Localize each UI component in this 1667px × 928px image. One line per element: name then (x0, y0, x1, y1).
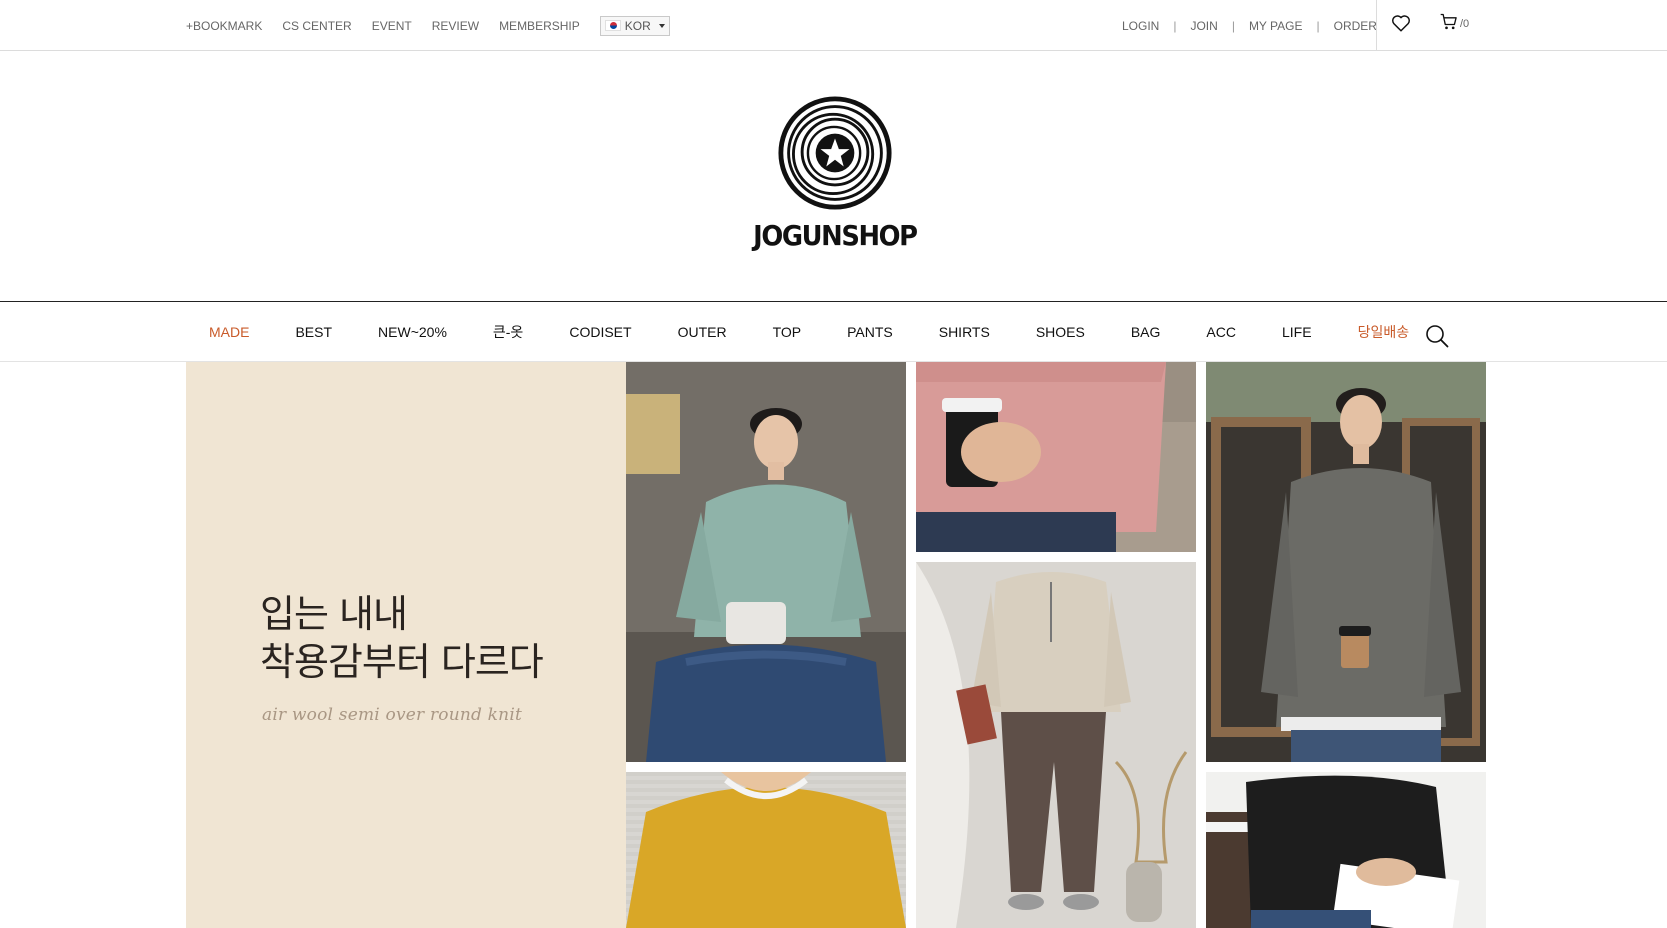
nav-item-bag[interactable]: BAG (1131, 324, 1161, 340)
cart-count: /0 (1460, 18, 1470, 30)
heart-icon (1392, 15, 1410, 32)
product-photo-mint-knit[interactable] (626, 362, 906, 762)
separator: | (1231, 18, 1235, 33)
cart-icon (1440, 13, 1457, 30)
photo-illustration (626, 772, 906, 928)
review-link[interactable]: REVIEW (432, 19, 479, 33)
nav-item-top[interactable]: TOP (773, 324, 802, 340)
product-photo-gray-knit[interactable] (1206, 362, 1486, 762)
nav-item-best[interactable]: BEST (295, 324, 332, 340)
language-label: KOR (624, 18, 651, 33)
order-link[interactable]: ORDER (1334, 19, 1377, 33)
account-links: LOGIN | JOIN | MY PAGE | ORDER (1122, 0, 1377, 51)
nav-item-new[interactable]: NEW~20% (378, 324, 447, 340)
wishlist-button[interactable] (1390, 12, 1412, 34)
photo-illustration (916, 562, 1196, 928)
nav-item-codiset[interactable]: CODISET (569, 324, 631, 340)
nav-item-made[interactable]: MADE (209, 324, 249, 340)
hero-headline: 입는 내내 착용감부터 다르다 (260, 590, 544, 686)
nav-item-acc[interactable]: ACC (1206, 324, 1236, 340)
hero-text-panel: 입는 내내 착용감부터 다르다 air wool semi over round… (186, 362, 626, 928)
product-photo-black-knit[interactable] (1206, 772, 1486, 928)
bookmark-link[interactable]: +BOOKMARK (186, 19, 262, 33)
hero-banner[interactable]: 입는 내내 착용감부터 다르다 air wool semi over round… (186, 362, 1486, 928)
cart-button[interactable]: /0 (1438, 12, 1469, 34)
photo-illustration (1206, 362, 1486, 762)
logo-mark-icon (778, 96, 892, 210)
utility-links: +BOOKMARK CS CENTER EVENT REVIEW MEMBERS… (186, 0, 670, 51)
search-icon (1426, 325, 1449, 348)
nav-item-life[interactable]: LIFE (1282, 324, 1312, 340)
hero-headline-line-1: 입는 내내 (260, 592, 408, 636)
site-logo[interactable]: JOGUNSHOP (740, 95, 930, 265)
login-link[interactable]: LOGIN (1122, 19, 1159, 33)
nav-item-outer[interactable]: OUTER (678, 324, 727, 340)
join-link[interactable]: JOIN (1190, 19, 1217, 33)
product-photo-yellow-knit[interactable] (626, 772, 906, 928)
product-photo-pink-knit[interactable] (916, 362, 1196, 552)
product-photo-beige-knit[interactable] (916, 562, 1196, 928)
photo-illustration (626, 362, 906, 762)
hero-subtitle: air wool semi over round knit (262, 705, 523, 725)
photo-illustration (916, 362, 1196, 552)
divider (1376, 0, 1377, 51)
nav-item-pants[interactable]: PANTS (847, 324, 893, 340)
flag-kr-icon (604, 20, 621, 31)
hero-headline-line-2: 착용감부터 다르다 (260, 640, 544, 684)
language-select[interactable]: KOR (599, 15, 670, 36)
logo-text: JOGUNSHOP (753, 219, 918, 252)
membership-link[interactable]: MEMBERSHIP (499, 19, 580, 33)
my-page-link[interactable]: MY PAGE (1249, 19, 1303, 33)
chevron-down-icon (658, 23, 665, 28)
cs-center-link[interactable]: CS CENTER (282, 19, 351, 33)
nav-item-shirts[interactable]: SHIRTS (939, 324, 990, 340)
photo-illustration (1206, 772, 1486, 928)
separator: | (1173, 18, 1177, 33)
event-link[interactable]: EVENT (372, 19, 412, 33)
search-button[interactable] (1424, 323, 1450, 349)
nav-item-big-size[interactable]: 큰-옷 (493, 322, 523, 342)
nav-items: MADE BEST NEW~20% 큰-옷 CODISET OUTER TOP … (209, 302, 1455, 361)
nav-item-shoes[interactable]: SHOES (1036, 324, 1085, 340)
top-utility-bar: +BOOKMARK CS CENTER EVENT REVIEW MEMBERS… (0, 0, 1667, 51)
main-nav: MADE BEST NEW~20% 큰-옷 CODISET OUTER TOP … (0, 301, 1667, 362)
separator: | (1316, 18, 1320, 33)
nav-item-same-day-delivery[interactable]: 당일배송 (1358, 322, 1410, 342)
